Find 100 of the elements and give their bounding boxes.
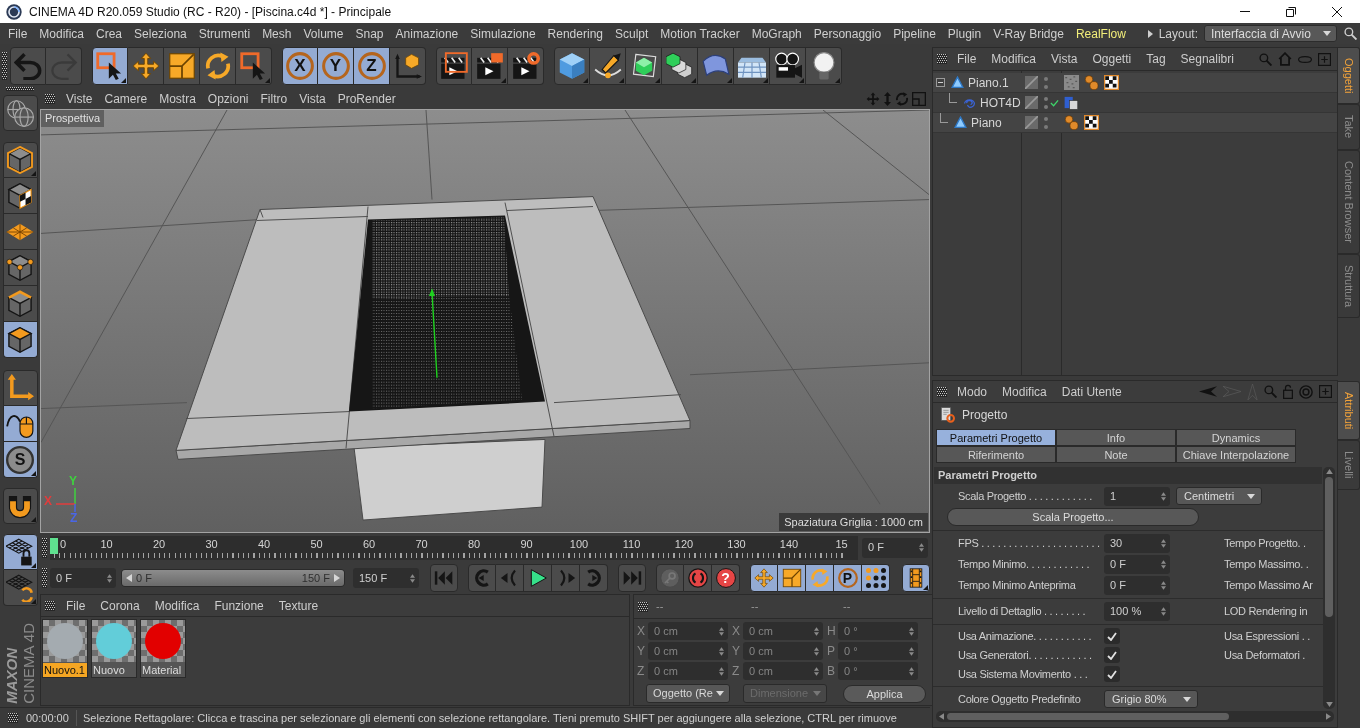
grip-handle-icon[interactable]	[45, 600, 55, 611]
menu-item[interactable]: Motion Tracker	[660, 24, 740, 43]
menu-item[interactable]: Vista	[299, 89, 326, 108]
number-field[interactable]: 0 F	[1104, 575, 1170, 595]
attribute-tab[interactable]: Info	[1056, 429, 1176, 446]
menu-item[interactable]: Modifica	[154, 596, 200, 615]
menu-item[interactable]: Seleziona	[134, 24, 187, 43]
camera-button[interactable]	[770, 46, 806, 85]
soft-selection-button[interactable]: S	[2, 442, 38, 478]
coordinate-field[interactable]: 0 cm	[648, 622, 728, 640]
checkmark-icon[interactable]	[1050, 98, 1059, 107]
cube-button[interactable]	[554, 46, 590, 85]
checkbox[interactable]	[1104, 628, 1120, 644]
grip-handle-icon[interactable]	[45, 93, 55, 104]
coordinate-system-button[interactable]	[390, 46, 426, 85]
attribute-tab[interactable]: Chiave Interpolazione	[1176, 446, 1296, 463]
menu-item[interactable]: Corona	[100, 596, 140, 615]
edges-mode-button[interactable]	[2, 286, 38, 322]
rotation-key-button[interactable]	[806, 564, 834, 592]
point-key-button[interactable]	[862, 564, 890, 592]
material-item[interactable]: Nuovo	[91, 619, 137, 678]
material-item[interactable]: Nuovo.1	[42, 619, 88, 678]
object-name[interactable]: HOT4D	[980, 93, 1021, 112]
auto-key-button[interactable]: ?	[712, 564, 740, 592]
grip-handle-icon[interactable]	[42, 537, 47, 558]
expand-arrow-icon[interactable]	[1147, 29, 1153, 38]
two-balls-icon[interactable]	[1084, 75, 1099, 90]
attribute-tab[interactable]: Dynamics	[1176, 429, 1296, 446]
coordinate-field[interactable]: 0 cm	[743, 642, 823, 660]
grip-handle-icon[interactable]	[937, 386, 947, 397]
menu-item[interactable]: File	[8, 24, 28, 43]
search-icon[interactable]	[1344, 27, 1357, 40]
array-button[interactable]	[662, 46, 698, 85]
axis-lock-button[interactable]: X	[282, 46, 318, 85]
attribute-tab[interactable]: Riferimento	[936, 446, 1056, 463]
menu-item[interactable]: Crea	[96, 24, 123, 43]
menu-item[interactable]: Modifica	[39, 24, 85, 43]
menu-item[interactable]: Modo	[957, 382, 988, 401]
workplane-lock-button[interactable]	[2, 534, 38, 570]
menu-item[interactable]: MoGraph	[751, 24, 802, 43]
coordinate-field[interactable]: 0 cm	[743, 622, 823, 640]
playhead-marker[interactable]	[50, 537, 58, 554]
play-button[interactable]	[524, 564, 552, 592]
menu-item[interactable]: Viste	[66, 89, 93, 108]
workplane-align-button[interactable]	[2, 570, 38, 606]
menu-item[interactable]: V-Ray Bridge	[993, 24, 1064, 43]
visibility-dots-icon[interactable]	[1044, 76, 1048, 89]
end-frame-field[interactable]: 150 F	[353, 568, 419, 588]
subdivision-button[interactable]	[626, 46, 662, 85]
points-mode-button[interactable]	[2, 250, 38, 286]
page-stack-icon[interactable]	[1064, 95, 1079, 110]
render-picture-button[interactable]	[472, 46, 508, 85]
material-item[interactable]: Material	[140, 619, 186, 678]
coordinate-field[interactable]: 0 °	[838, 622, 918, 640]
object-name[interactable]: Piano	[971, 113, 1002, 132]
current-frame-field[interactable]: 0 F	[862, 537, 928, 558]
coordinate-field[interactable]: 0 °	[838, 662, 918, 680]
vertical-scrollbar[interactable]	[1323, 467, 1335, 709]
menu-item[interactable]: Camere	[104, 89, 148, 108]
unit-dropdown[interactable]: Centimetri	[1176, 487, 1262, 505]
mode-dropdown[interactable]: Oggetto (Re	[646, 684, 730, 703]
grip-handle-icon[interactable]	[6, 87, 34, 91]
menu-item[interactable]: Filtro	[260, 89, 288, 108]
render-settings-button[interactable]	[508, 46, 544, 85]
menu-item[interactable]: Snap	[355, 24, 384, 43]
menu-item[interactable]: Volume	[303, 24, 344, 43]
side-tab[interactable]: Attributi	[1338, 381, 1360, 441]
coordinate-field[interactable]: 0 cm	[648, 662, 728, 680]
menu-item[interactable]: Rendering	[547, 24, 603, 43]
axis-mode-button[interactable]	[2, 370, 38, 406]
object-name[interactable]: Piano.1	[968, 73, 1009, 92]
scrollbar-thumb[interactable]	[1325, 477, 1333, 617]
menu-item[interactable]: Oggetti	[1092, 50, 1132, 68]
render-view-button[interactable]	[436, 46, 472, 85]
parameter-key-button[interactable]: P	[834, 564, 862, 592]
timeline-ruler[interactable]: 0 10 20 30 40 50 60 70 80 90 100 110 120 130 140 15	[50, 535, 858, 560]
texture-mode-button[interactable]	[2, 178, 38, 214]
grip-handle-icon[interactable]	[2, 51, 7, 80]
two-balls-icon[interactable]	[1064, 115, 1079, 130]
menu-item[interactable]: Mesh	[262, 24, 292, 43]
polygons-mode-button[interactable]	[2, 322, 38, 358]
axis-lock-button[interactable]: Z	[354, 46, 390, 85]
grip-handle-icon[interactable]	[638, 601, 648, 612]
menu-item[interactable]: Strumenti	[198, 24, 251, 43]
collapse-box-icon[interactable]	[936, 78, 945, 87]
position-key-button[interactable]	[750, 564, 778, 592]
menu-item[interactable]: Simulazione	[470, 24, 536, 43]
pen-button[interactable]	[590, 46, 626, 85]
number-field[interactable]: 1	[1104, 486, 1170, 506]
coordinate-field[interactable]: 0 °	[838, 642, 918, 660]
select-tool-button[interactable]	[236, 46, 272, 85]
menu-item[interactable]: Animazione	[395, 24, 459, 43]
grip-handle-icon[interactable]	[937, 54, 947, 64]
menu-item[interactable]: Mostra	[159, 89, 196, 108]
make-editable-button[interactable]	[2, 95, 38, 131]
menu-item[interactable]: File	[66, 596, 86, 615]
deformer-button[interactable]	[698, 46, 734, 85]
menu-item[interactable]: Sculpt	[615, 24, 649, 43]
side-tab[interactable]: Content Browser	[1338, 149, 1360, 254]
go-to-start-button[interactable]	[430, 564, 458, 592]
